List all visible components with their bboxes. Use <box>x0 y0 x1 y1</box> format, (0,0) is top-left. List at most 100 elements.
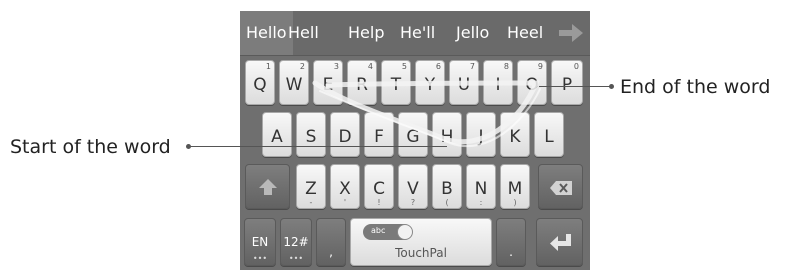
key-label: I <box>495 75 501 95</box>
key-c[interactable]: C ! <box>364 164 394 209</box>
key-z[interactable]: Z - <box>296 164 326 209</box>
key-label: K <box>509 127 521 147</box>
key-hint: 1 <box>265 62 271 71</box>
suggestion-bar: Hello Hell Help He'll Jello Heel <box>240 11 590 56</box>
space-key-label: TouchPal <box>395 246 447 260</box>
language-key[interactable]: EN ••• <box>244 218 276 266</box>
key-dots: ••• <box>288 254 304 263</box>
key-v[interactable]: V ? <box>398 164 428 209</box>
key-o[interactable]: 9 O <box>517 60 547 105</box>
key-hint: 8 <box>503 62 509 71</box>
key-j[interactable]: J <box>466 112 496 157</box>
key-b[interactable]: B ( <box>432 164 462 209</box>
key-label: C <box>373 179 385 199</box>
suggestion-word[interactable]: He'll <box>400 11 435 55</box>
key-label: R <box>356 75 368 95</box>
shift-key[interactable] <box>245 164 290 209</box>
key-label: J <box>478 127 484 147</box>
key-label: G <box>406 127 420 147</box>
key-hint: 0 <box>573 62 579 71</box>
key-label: EN <box>251 235 269 249</box>
shift-arrow-icon <box>259 179 277 195</box>
key-l[interactable]: L <box>534 112 564 157</box>
key-r[interactable]: 4 R <box>347 60 377 105</box>
key-label: W <box>285 75 303 95</box>
key-i[interactable]: 8 I <box>483 60 513 105</box>
key-sub-symbol: ' <box>343 198 347 207</box>
key-n[interactable]: N : <box>466 164 496 209</box>
key-hint: 9 <box>537 62 543 71</box>
key-label: . <box>509 245 513 259</box>
key-sub-symbol: - <box>309 198 313 207</box>
suggestion-word[interactable]: Heel <box>507 11 543 55</box>
space-key[interactable]: abc TouchPal <box>350 218 492 266</box>
suggestion-word[interactable]: Hell <box>288 11 319 55</box>
end-callout-line <box>539 86 610 87</box>
key-w[interactable]: 2 W <box>279 60 309 105</box>
key-f[interactable]: F <box>364 112 394 157</box>
key-label: E <box>322 75 334 95</box>
key-hint: 2 <box>299 62 305 71</box>
key-hint: 5 <box>401 62 407 71</box>
key-label: H <box>440 127 454 147</box>
backspace-icon <box>550 181 572 195</box>
key-dots: ••• <box>252 254 268 263</box>
key-label: S <box>305 127 317 147</box>
arrow-right-icon[interactable] <box>558 23 584 43</box>
backspace-key[interactable] <box>538 164 583 209</box>
suggestion-word[interactable]: Hello <box>240 11 293 55</box>
key-label: D <box>338 127 352 147</box>
toggle-label: abc <box>371 226 386 235</box>
key-label: U <box>457 75 471 95</box>
comma-key[interactable]: , <box>316 218 346 266</box>
key-h[interactable]: H <box>432 112 462 157</box>
symbols-key[interactable]: 12# ••• <box>280 218 312 266</box>
key-label: Z <box>305 179 317 199</box>
key-s[interactable]: S <box>296 112 326 157</box>
key-label: B <box>441 179 453 199</box>
key-sub-symbol: : <box>479 198 483 207</box>
suggestion-word[interactable]: Jello <box>456 11 489 55</box>
key-d[interactable]: D <box>330 112 360 157</box>
key-hint: 6 <box>435 62 441 71</box>
key-label: F <box>374 127 384 147</box>
key-t[interactable]: 5 T <box>381 60 411 105</box>
key-label: Q <box>253 75 267 95</box>
end-of-word-callout: End of the word <box>620 76 771 98</box>
key-g[interactable]: G <box>398 112 428 157</box>
abc-toggle[interactable]: abc <box>363 224 413 240</box>
end-callout-dot <box>609 84 614 89</box>
key-label: T <box>390 75 402 95</box>
key-label: X <box>339 179 351 199</box>
key-label: , <box>329 245 333 259</box>
key-label: O <box>525 75 539 95</box>
key-e[interactable]: 3 E <box>313 60 343 105</box>
key-label: 12# <box>283 235 309 249</box>
key-k[interactable]: K <box>500 112 530 157</box>
key-a[interactable]: A <box>262 112 292 157</box>
key-u[interactable]: 7 U <box>449 60 479 105</box>
start-callout-line <box>190 146 447 147</box>
key-hint: 4 <box>367 62 373 71</box>
key-hint: 3 <box>333 62 339 71</box>
key-label: P <box>561 75 573 95</box>
key-label: L <box>544 127 554 147</box>
key-q[interactable]: 1 Q <box>245 60 275 105</box>
toggle-knob <box>397 224 413 240</box>
period-key[interactable]: . <box>496 218 526 266</box>
key-y[interactable]: 6 Y <box>415 60 445 105</box>
key-sub-symbol: ! <box>377 198 381 207</box>
enter-key[interactable] <box>536 218 583 266</box>
key-sub-symbol: ) <box>513 198 517 207</box>
key-m[interactable]: M ) <box>500 164 530 209</box>
key-label: Y <box>424 75 436 95</box>
touchpal-keyboard: Hello Hell Help He'll Jello Heel 1 Q 2 W… <box>240 11 590 270</box>
key-label: N <box>474 179 488 199</box>
key-p[interactable]: 0 P <box>551 60 583 105</box>
key-hint: 7 <box>469 62 475 71</box>
key-x[interactable]: X ' <box>330 164 360 209</box>
start-of-word-callout: Start of the word <box>10 136 171 158</box>
key-label: V <box>407 179 419 199</box>
key-label: M <box>507 179 523 199</box>
suggestion-word[interactable]: Help <box>348 11 384 55</box>
